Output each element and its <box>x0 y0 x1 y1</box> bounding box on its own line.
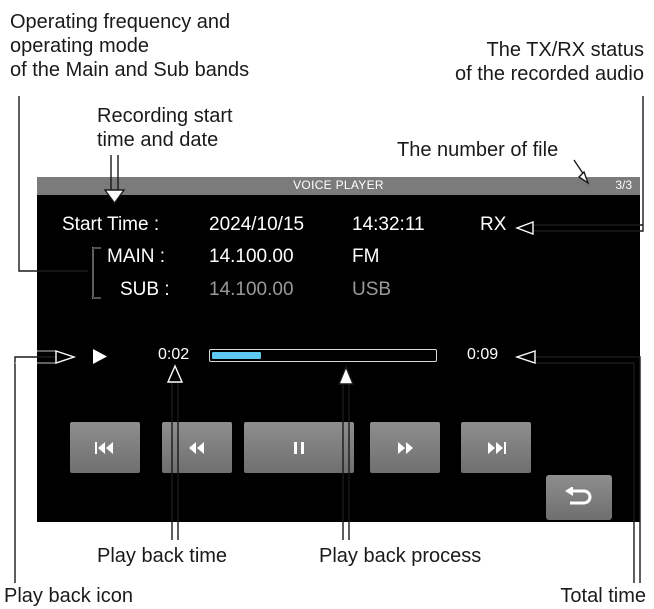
callout-total-time: Total time <box>560 585 646 607</box>
fast-forward-button[interactable] <box>370 422 440 473</box>
elapsed-time: 0:02 <box>158 346 190 363</box>
main-mode: FM <box>352 246 380 267</box>
skip-forward-button[interactable] <box>461 422 531 473</box>
file-count: 3/3 <box>615 178 632 192</box>
total-time: 0:09 <box>467 346 499 363</box>
rewind-button[interactable] <box>162 422 232 473</box>
return-button[interactable] <box>546 475 612 520</box>
sub-label: SUB : <box>120 279 170 300</box>
callout-playback-time: Play back time <box>97 545 228 567</box>
title-bar: VOICE PLAYER 3/3 <box>37 177 640 195</box>
start-time-label: Start Time : <box>62 214 160 235</box>
pause-icon <box>294 441 304 454</box>
callout-frequency-mode: Operating frequency and operating mode o… <box>10 11 250 81</box>
record-date: 2024/10/15 <box>209 214 305 235</box>
callout-recording-start: Recording start time and date <box>97 105 233 151</box>
record-time: 14:32:11 <box>352 214 425 235</box>
fast-forward-icon <box>398 441 413 454</box>
skip-back-button[interactable] <box>70 422 140 473</box>
callout-file-number: The number of file <box>397 139 559 161</box>
sub-mode: USB <box>352 279 392 300</box>
screen-title: VOICE PLAYER <box>293 178 384 192</box>
skip-forward-icon <box>488 441 506 454</box>
rewind-icon <box>189 441 204 454</box>
callout-playback-process: Play back process <box>319 545 482 567</box>
txrx-status: RX <box>480 214 507 235</box>
skip-back-icon <box>95 441 113 454</box>
voice-player-screen: VOICE PLAYER 3/3 Start Time : 2024/10/15… <box>37 177 640 522</box>
return-icon <box>565 486 592 504</box>
pause-button[interactable] <box>244 422 354 473</box>
main-label: MAIN : <box>107 246 166 267</box>
sub-frequency: 14.100.00 <box>209 279 294 300</box>
progress-bar <box>209 349 437 362</box>
callout-txrx-status: The TX/RX status of the recorded audio <box>454 39 644 85</box>
progress-fill <box>212 352 261 359</box>
main-frequency: 14.100.00 <box>209 246 294 267</box>
callout-playback-icon: Play back icon <box>4 585 133 607</box>
